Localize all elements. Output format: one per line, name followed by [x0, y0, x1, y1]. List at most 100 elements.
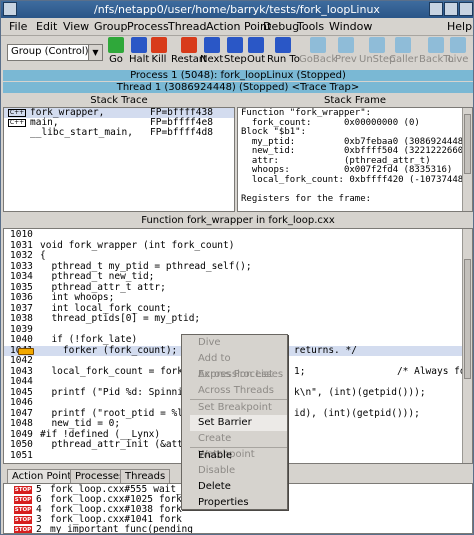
menu-file[interactable]: File [9, 20, 27, 33]
cpp-language-icon: C++ [8, 108, 26, 117]
menu-help[interactable]: Help [447, 20, 472, 33]
toolbar-button-goback: GoBack [299, 37, 337, 65]
source-code: printf ("Pid %d: Spinning [40, 386, 195, 398]
run-to-label: Run To [267, 54, 300, 65]
line-number[interactable]: 1048 [4, 418, 34, 430]
line-number[interactable]: 1050 [4, 439, 34, 451]
live-icon [450, 37, 467, 53]
step-icon [227, 37, 244, 53]
stop-icon: STOP [14, 495, 32, 504]
source-line[interactable]: 1032 { [4, 250, 472, 262]
out-label: Out [247, 54, 266, 65]
toolbar-button-caller: Caller [389, 37, 418, 65]
source-line[interactable]: 1038 thread_ptids[0] = my_ptid; [4, 313, 472, 325]
title-bar[interactable]: /nfs/netapp0/user/home/barryk/tests/fork… [1, 1, 473, 18]
context-menu: Dive Add to Expression List Across Process… [181, 334, 288, 510]
line-number[interactable]: 1046 [4, 397, 34, 409]
line-number[interactable]: 1044 [4, 376, 34, 388]
pc-arrow-icon [18, 347, 34, 355]
context-menu-item-disable: Disable [198, 465, 236, 476]
line-number[interactable]: 1032 [4, 250, 34, 262]
menu-edit[interactable]: Edit [36, 20, 57, 33]
line-number[interactable]: 1051 [4, 450, 34, 462]
source-code: { [40, 250, 46, 261]
source-line[interactable]: 1034 pthread_t new_tid; [4, 271, 472, 283]
toolbar-button-step[interactable]: Step [224, 37, 247, 65]
scroll-thumb[interactable] [464, 259, 471, 379]
stop-icon: STOP [14, 485, 32, 494]
stack-trace-row[interactable]: __libc_start_main, FP=bffff4d8 [4, 128, 234, 138]
action-point-location: my_important_func(pending [50, 524, 193, 534]
stack-frame-scrollbar[interactable] [462, 108, 472, 211]
source-code: thread_ptids[0] = my_ptid; [40, 313, 201, 324]
line-number[interactable]: 1010 [4, 229, 34, 241]
context-menu-item-properties[interactable]: Properties [190, 495, 287, 511]
stop-icon: STOP [14, 525, 32, 533]
menu-process[interactable]: Process [127, 20, 169, 33]
stack-trace-title: Stack Trace [3, 94, 235, 107]
context-menu-item-set-barrier[interactable]: Set Barrier [190, 415, 287, 431]
toolbar-button-run-to[interactable]: Run To [267, 37, 300, 65]
scroll-thumb[interactable] [464, 114, 471, 174]
stack-frame-title: Stack Frame [237, 94, 473, 107]
cpp-language-icon: C++ [8, 118, 26, 127]
back-to-icon [428, 37, 445, 53]
chevron-down-icon[interactable]: ▼ [88, 45, 102, 60]
menu-group[interactable]: Group [94, 20, 128, 33]
toolbar-button-out[interactable]: Out [247, 37, 265, 65]
maximize-icon[interactable] [444, 2, 458, 16]
stack-trace-pane[interactable]: C++ fork_wrapper, FP=bffff438 C++ main, FP=bf… [3, 107, 235, 212]
action-point-text [193, 524, 199, 533]
menu-thread[interactable]: Thread [168, 20, 206, 33]
stack-frame-line: Registers for the frame: [241, 193, 372, 204]
source-code: printf ("root_ptid = %ld, [40, 407, 195, 419]
tab-threads[interactable]: Threads [120, 469, 171, 483]
source-code: if (!fork_late) [40, 334, 138, 345]
source-code [34, 229, 40, 240]
toolbar-button-live: Live [448, 37, 468, 65]
line-number[interactable]: 1034 [4, 271, 34, 283]
menu-debug[interactable]: Debug [263, 20, 299, 33]
line-number[interactable]: 1038 [4, 313, 34, 325]
toolbar-button-next[interactable]: Next [200, 37, 223, 65]
source-code [34, 324, 40, 335]
line-number[interactable]: 1040 [4, 334, 34, 346]
toolbar-button-halt[interactable]: Halt [129, 37, 149, 65]
close-icon[interactable] [459, 2, 473, 16]
source-line[interactable]: 1031 void fork_wrapper (int fork_count) [4, 240, 472, 252]
group-select[interactable]: Group (Control) ▼ [7, 44, 103, 61]
source-code-fragment: k\n", (int)(getpid())); [294, 386, 426, 398]
source-scrollbar[interactable] [462, 229, 472, 463]
toolbar-button-kill[interactable]: Kill [151, 37, 167, 65]
next-icon [203, 37, 220, 53]
source-line[interactable]: 1010 [4, 229, 472, 241]
toolbar-button-go[interactable]: Go [108, 37, 124, 65]
caller-label: Caller [389, 54, 418, 65]
context-menu-item-across-processes: Across Processes [198, 369, 284, 380]
context-menu-item-dive: Dive [198, 337, 221, 348]
menu-window[interactable]: Window [329, 20, 372, 33]
context-menu-item-set-breakpoint: Set Breakpoint [190, 399, 287, 415]
window-title: /nfs/netapp0/user/home/barryk/tests/fork… [94, 3, 380, 16]
thread-status: Thread 1 (3086924448) (Stopped) <Trace T… [3, 82, 473, 93]
prev-label: Prev [335, 54, 357, 65]
menu-bar: File Edit View Group Process Thread Acti… [1, 18, 473, 36]
menu-tools[interactable]: Tools [297, 20, 324, 33]
action-point-row[interactable]: STOP 2 my_important_func(pending [4, 524, 472, 534]
restart-icon [180, 37, 197, 53]
stack-frame-pane[interactable]: Function "fork_wrapper": fork_count: 0x0… [237, 107, 473, 212]
line-number[interactable]: 1042 [4, 355, 34, 367]
source-line[interactable]: 1036 int whoops; [4, 292, 472, 304]
source-code [34, 450, 40, 461]
out-icon [248, 37, 265, 53]
action-point-id: 2 [36, 524, 42, 534]
context-menu-item-create-watchpoint: Create Watchpoint [198, 433, 255, 460]
menu-action-point[interactable]: Action Point [206, 20, 271, 33]
menu-view[interactable]: View [63, 20, 89, 33]
source-code-fragment: returns. */ [294, 344, 357, 356]
source-code-fragment: id), (int)(getpid())); [294, 407, 420, 419]
prev-icon [337, 37, 354, 53]
context-menu-item-delete[interactable]: Delete [190, 479, 287, 495]
minimize-icon[interactable] [429, 2, 443, 16]
line-number[interactable]: 1036 [4, 292, 34, 304]
